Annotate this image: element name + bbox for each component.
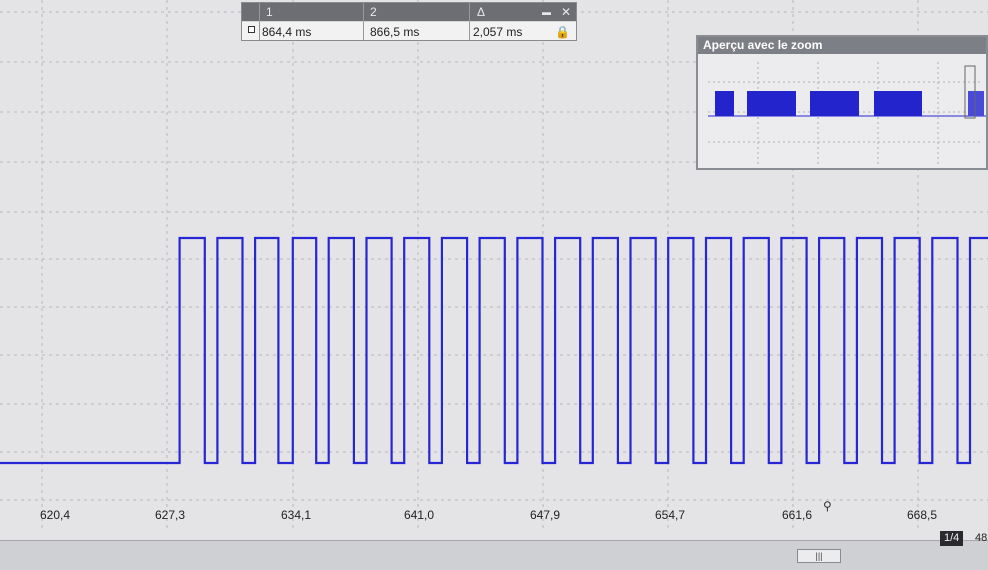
zoom-preview-panel[interactable]: Aperçu avec le zoom xyxy=(696,35,988,170)
cursor-measurement-bar[interactable]: 1 2 Δ ▬ ✕ 864,4 ms 866,5 ms 2,057 ms 🔒 xyxy=(241,2,577,41)
cursor-header-row: 1 2 Δ ▬ ✕ xyxy=(242,3,576,21)
delta-header: Δ xyxy=(477,5,486,19)
zoom-preview-burst xyxy=(874,91,922,116)
cursor2-header: 2 xyxy=(370,5,377,19)
zoom-preview-graph[interactable] xyxy=(698,54,986,168)
cursor1-header: 1 xyxy=(266,5,273,19)
zoom-preview-burst xyxy=(810,91,859,116)
zoom-preview-burst xyxy=(747,91,796,116)
page-badge: 1/4 xyxy=(940,531,964,546)
zoom-preview-burst xyxy=(968,91,984,116)
divider xyxy=(469,3,470,40)
time-tick-label: 627,3 xyxy=(155,508,185,522)
time-tick-label: 634,1 xyxy=(281,508,311,522)
cursor-values-row: 864,4 ms 866,5 ms 2,057 ms 🔒 xyxy=(242,22,576,40)
time-tick-label: 620,4 xyxy=(40,508,70,522)
divider xyxy=(259,3,260,40)
time-tick-label: 654,7 xyxy=(655,508,685,522)
minimize-button[interactable]: ▬ xyxy=(542,7,551,17)
close-button[interactable]: ✕ xyxy=(561,5,571,19)
page-extra-number: 48 xyxy=(975,532,988,544)
zoom-preview-title: Aperçu avec le zoom xyxy=(698,37,986,54)
horizontal-scrollbar[interactable]: ||| xyxy=(0,540,988,570)
divider xyxy=(363,3,364,40)
time-tick-label: 647,9 xyxy=(530,508,560,522)
zoom-preview-burst xyxy=(715,91,734,116)
time-tick-label: 661,6 xyxy=(782,508,812,522)
time-tick-label: 641,0 xyxy=(404,508,434,522)
mouse-cursor-icon: ⚲ xyxy=(823,499,832,513)
delta-value: 2,057 ms xyxy=(473,25,523,39)
scrollbar-thumb[interactable]: ||| xyxy=(797,549,841,563)
lock-icon[interactable]: 🔒 xyxy=(555,25,570,39)
cursor1-value: 864,4 ms xyxy=(262,25,312,39)
time-tick-label: 668,5 xyxy=(907,508,937,522)
cursor-marker-icon[interactable] xyxy=(248,26,255,33)
cursor2-value: 866,5 ms xyxy=(370,25,420,39)
